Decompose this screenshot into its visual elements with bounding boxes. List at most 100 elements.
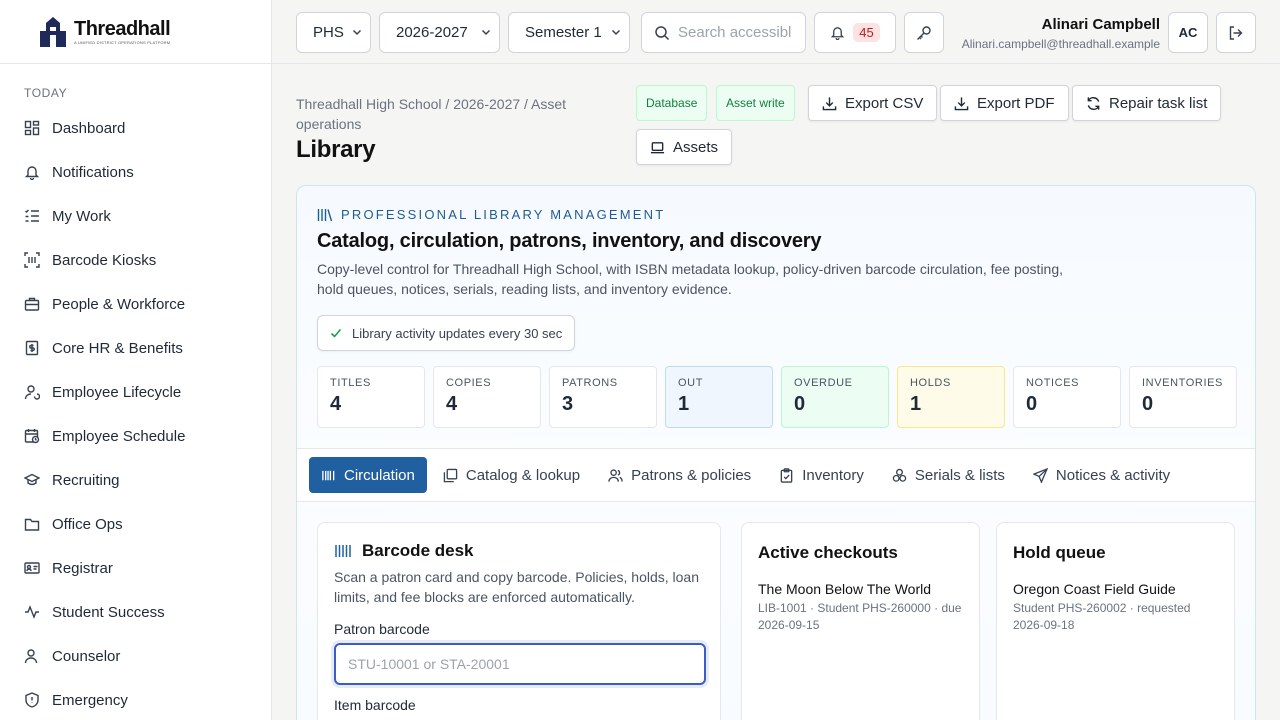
stat-notices: NOTICES 0 [1013, 366, 1121, 428]
sidebar-item-my-work[interactable]: My Work [0, 194, 271, 238]
sidebar-item-label: Barcode Kiosks [52, 251, 157, 269]
barcode-desk-panel: Barcode desk Scan a patron card and copy… [317, 522, 721, 720]
sidebar-item-label: Employee Lifecycle [52, 383, 182, 401]
avatar[interactable]: AC [1168, 12, 1208, 53]
sidebar-item-notifications[interactable]: Notifications [0, 150, 271, 194]
assets-button[interactable]: Assets [636, 129, 733, 165]
patron-barcode-label: Patron barcode [334, 621, 430, 637]
active-checkouts-title: Active checkouts [758, 543, 898, 562]
stat-inventories: INVENTORIES 0 [1129, 366, 1237, 428]
stat-value: 1 [678, 393, 690, 415]
search-input[interactable] [678, 24, 792, 41]
tab-circulation[interactable]: Circulation [309, 457, 427, 493]
stat-titles: TITLES 4 [317, 366, 425, 428]
notifications-button[interactable]: 45 [814, 12, 896, 53]
card-description: Copy-level control for Threadhall High S… [317, 261, 1064, 297]
sidebar-item-emergency[interactable]: Emergency [0, 678, 271, 720]
calendar-clock-icon [24, 429, 40, 444]
download-icon [822, 96, 837, 110]
folder-icon [24, 518, 40, 531]
refresh-icon [1087, 96, 1100, 110]
logo-mark-icon [40, 16, 66, 47]
stat-out: OUT 1 [665, 366, 773, 428]
sidebar-item-label: Employee Schedule [52, 427, 186, 445]
tab-patrons-policies[interactable]: Patrons & policies [596, 457, 763, 493]
stat-value: 4 [446, 393, 458, 415]
library-books-icon [317, 208, 333, 221]
hold-item-title[interactable]: Oregon Coast Field Guide [1013, 581, 1218, 597]
term-select[interactable]: Semester 1 [508, 12, 630, 53]
stat-label: NOTICES [1026, 377, 1080, 389]
barcode-scan-icon [24, 252, 40, 268]
repair-task-list-label: Repair task list [1109, 94, 1208, 112]
sidebar-item-people-workforce[interactable]: People & Workforce [0, 282, 271, 326]
sidebar-item-employee-schedule[interactable]: Employee Schedule [0, 414, 271, 458]
school-select-value: PHS [313, 24, 344, 41]
checkout-item-title[interactable]: The Moon Below The World [758, 581, 963, 597]
stat-label: TITLES [330, 377, 371, 389]
stat-label: HOLDS [910, 377, 951, 389]
breadcrumb: Threadhall High School / 2026-2027 / Ass… [296, 96, 567, 132]
stat-label: INVENTORIES [1142, 377, 1223, 389]
bell-icon [831, 27, 845, 40]
school-select[interactable]: PHS [296, 12, 371, 53]
dashboard-icon [24, 120, 40, 136]
sidebar-item-student-success[interactable]: Student Success [0, 590, 271, 634]
active-checkouts-panel: Active checkouts The Moon Below The Worl… [741, 522, 980, 720]
sidebar-item-counselor[interactable]: Counselor [0, 634, 271, 678]
tab-notices-activity[interactable]: Notices & activity [1021, 457, 1182, 493]
export-csv-button[interactable]: Export CSV [808, 85, 938, 121]
repair-task-list-button[interactable]: Repair task list [1072, 85, 1222, 121]
chevron-down-icon [611, 29, 621, 36]
stat-copies: COPIES 4 [433, 366, 541, 428]
item-barcode-label: Item barcode [334, 697, 416, 713]
logout-button[interactable] [1216, 12, 1256, 53]
copy-icon [443, 468, 458, 482]
tab-catalog-lookup[interactable]: Catalog & lookup [431, 457, 592, 493]
sidebar-item-registrar[interactable]: Registrar [0, 546, 271, 590]
tab-serials-lists[interactable]: Serials & lists [880, 457, 1017, 493]
export-pdf-button[interactable]: Export PDF [940, 85, 1069, 121]
sidebar-item-employee-lifecycle[interactable]: Employee Lifecycle [0, 370, 271, 414]
sidebar-item-core-hr[interactable]: Core HR & Benefits [0, 326, 271, 370]
stat-value: 0 [794, 393, 806, 415]
chevron-down-icon [481, 29, 491, 36]
stat-label: OUT [678, 377, 704, 389]
patron-barcode-input[interactable] [334, 643, 706, 685]
id-card-icon [24, 562, 40, 574]
stat-label: COPIES [446, 377, 492, 389]
tab-inventory[interactable]: Inventory [767, 457, 876, 493]
sidebar-item-label: Registrar [52, 559, 113, 577]
logo-title: Threadhall [74, 17, 171, 40]
card-eyebrow-text: PROFESSIONAL LIBRARY MANAGEMENT [341, 207, 666, 222]
key-button[interactable] [904, 12, 944, 53]
year-select-value: 2026-2027 [396, 24, 468, 41]
year-select[interactable]: 2026-2027 [379, 12, 500, 53]
sidebar-item-label: Core HR & Benefits [52, 339, 183, 357]
search-icon [655, 25, 670, 40]
sidebar-item-office-ops[interactable]: Office Ops [0, 502, 271, 546]
graduation-cap-icon [24, 473, 40, 486]
user-icon [24, 649, 38, 664]
sidebar-item-barcode-kiosks[interactable]: Barcode Kiosks [0, 238, 271, 282]
hold-queue-title: Hold queue [1013, 543, 1106, 562]
stat-value: 3 [562, 393, 574, 415]
card-title: Catalog, circulation, patrons, inventory… [317, 230, 822, 252]
dollar-doc-icon [25, 340, 39, 356]
logo[interactable]: Threadhall A UNIFIED DISTRICT OPERATIONS… [0, 0, 271, 64]
sidebar-item-label: Office Ops [52, 515, 123, 533]
sidebar-item-recruiting[interactable]: Recruiting [0, 458, 271, 502]
sidebar-nav: Dashboard Notifications My Work Barcode … [0, 106, 271, 720]
barcode-icon [322, 470, 335, 480]
stat-holds: HOLDS 1 [897, 366, 1005, 428]
stat-label: PATRONS [562, 377, 618, 389]
boxes-icon [892, 468, 907, 482]
barcode-desk-title: Barcode desk [334, 541, 704, 561]
card-eyebrow: PROFESSIONAL LIBRARY MANAGEMENT [317, 207, 665, 222]
tab-label: Inventory [802, 466, 864, 484]
sidebar-item-dashboard[interactable]: Dashboard [0, 106, 271, 150]
briefcase-icon [24, 297, 40, 311]
user-email: Alinari.campbell@threadhall.example [961, 37, 1160, 51]
barcode-desk-description: Scan a patron card and copy barcode. Pol… [334, 569, 700, 605]
stat-value: 1 [910, 393, 922, 415]
